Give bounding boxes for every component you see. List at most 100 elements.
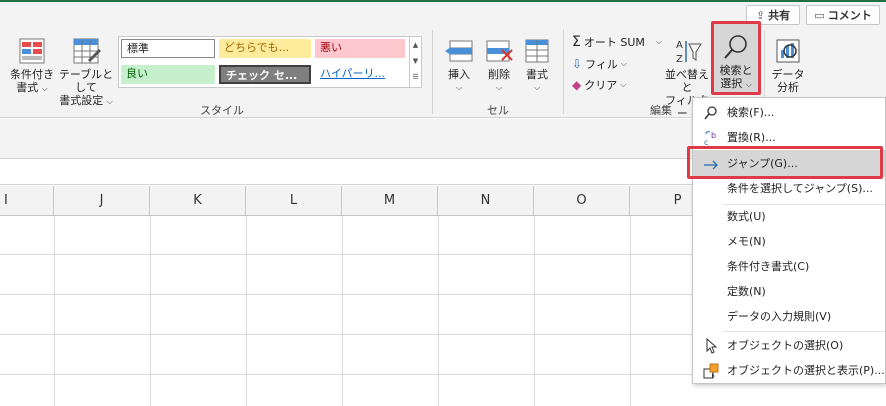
- clear-caret-icon: ⌵: [620, 80, 627, 89]
- menu-item-select-objects[interactable]: オブジェクトの選択(O): [693, 333, 885, 358]
- insert-button[interactable]: 挿入 ⌵: [440, 36, 478, 94]
- cell-style-normal[interactable]: 標準: [121, 39, 215, 58]
- menu-item-find[interactable]: 検索(F)...: [693, 100, 885, 125]
- menu-item-conditional-formatting-label: 条件付き書式(C): [727, 260, 810, 273]
- column-header-i[interactable]: I: [0, 186, 54, 216]
- pointer-icon: [703, 337, 719, 354]
- clear-label: クリア: [584, 79, 618, 92]
- menu-item-find-label: 検索(F)...: [727, 106, 775, 119]
- format-label: 書式: [526, 68, 548, 81]
- magnifier-icon: [721, 32, 751, 62]
- menu-item-select-objects-label: オブジェクトの選択(O): [727, 339, 844, 352]
- find-select-label-2: 選択 ⌵: [720, 77, 752, 90]
- clear-button[interactable]: ◆ クリア ⌵: [572, 77, 626, 93]
- comment-icon: ▭: [814, 8, 825, 22]
- format-as-table-label-2: 書式設定 ⌵: [59, 94, 113, 107]
- delete-button[interactable]: 削除 ⌵: [480, 36, 518, 94]
- menu-item-conditional-formatting[interactable]: 条件付き書式(C): [693, 254, 885, 279]
- column-header-o[interactable]: O: [534, 186, 630, 216]
- gallery-up-icon: ▲: [412, 41, 419, 49]
- gallery-more-icon: ☰: [412, 73, 419, 81]
- gallery-down-icon: ▼: [412, 57, 419, 65]
- cells-group-label: セル: [487, 104, 509, 117]
- menu-item-data-validation-label: データの入力規則(V): [727, 310, 832, 323]
- column-header-l[interactable]: L: [246, 186, 342, 216]
- arrow-right-icon: [703, 156, 719, 172]
- format-as-table-label-1: テーブルとして: [58, 68, 114, 94]
- insert-icon: [444, 36, 474, 66]
- sort-filter-icon: A Z: [672, 36, 702, 66]
- cell-style-hyperlink[interactable]: ハイパーリ...: [315, 65, 405, 84]
- menu-item-formulas-label: 数式(U): [727, 210, 766, 223]
- menu-item-replace[interactable]: bc 置換(R)...: [693, 125, 885, 150]
- conditional-format-label-1: 条件付き: [10, 68, 54, 81]
- menu-separator: [723, 331, 885, 332]
- selection-pane-icon: [703, 363, 719, 379]
- delete-label: 削除: [488, 68, 510, 81]
- comment-label: コメント: [827, 9, 872, 22]
- menu-item-notes[interactable]: メモ(N): [693, 229, 885, 254]
- format-as-table-button[interactable]: テーブルとして 書式設定 ⌵: [56, 36, 116, 108]
- cell-style-bad[interactable]: 悪い: [315, 39, 405, 58]
- group-separator: [432, 30, 433, 114]
- cell-styles-gallery: 標準 どちらでも... 悪い 良い チェック セ... ハイパーリ...: [118, 36, 422, 88]
- menu-item-goto-special[interactable]: 条件を選択してジャンプ(S)...: [693, 176, 885, 201]
- find-select-label-1: 検索と: [719, 64, 753, 77]
- ribbon-accent-line: [0, 0, 886, 2]
- svg-text:c: c: [704, 138, 708, 146]
- menu-item-goto[interactable]: ジャンプ(G)...: [693, 150, 885, 177]
- find-select-button[interactable]: 検索と 選択 ⌵: [714, 24, 758, 94]
- conditional-format-icon: [17, 36, 47, 66]
- group-separator: [563, 30, 564, 114]
- grid-line: [246, 216, 247, 406]
- grid-line: [342, 216, 343, 406]
- svg-text:Z: Z: [676, 54, 683, 65]
- conditional-format-button[interactable]: 条件付き 書式 ⌵: [8, 36, 56, 95]
- column-header-k[interactable]: K: [150, 186, 246, 216]
- sort-filter-label-1: 並べ替えと: [665, 68, 709, 94]
- grid-line: [438, 216, 439, 406]
- insert-label: 挿入: [448, 68, 470, 81]
- menu-item-formulas[interactable]: 数式(U): [693, 204, 885, 229]
- share-icon: ⇪: [755, 8, 766, 22]
- find-select-menu: 検索(F)... bc 置換(R)... ジャンプ(G)... 条件を選択してジ…: [692, 97, 886, 384]
- menu-item-constants[interactable]: 定数(N): [693, 279, 885, 304]
- column-header-m[interactable]: M: [342, 186, 438, 216]
- menu-item-goto-label: ジャンプ(G)...: [727, 157, 798, 170]
- insert-caret-icon: ⌵: [455, 83, 463, 92]
- fill-label: フィル: [585, 58, 618, 71]
- search-icon: [703, 105, 719, 121]
- fill-button[interactable]: ⇩ フィル ⌵: [572, 56, 627, 72]
- svg-text:b: b: [711, 131, 716, 140]
- menu-item-notes-label: メモ(N): [727, 235, 766, 248]
- menu-item-goto-special-label: 条件を選択してジャンプ(S)...: [727, 182, 873, 195]
- delete-caret-icon: ⌵: [495, 83, 503, 92]
- share-button[interactable]: ⇪ 共有: [746, 5, 800, 25]
- gallery-scroll[interactable]: ▲ ▼ ☰: [409, 37, 421, 87]
- menu-item-selection-pane-label: オブジェクトの選択と表示(P)...: [727, 364, 885, 377]
- format-icon: [522, 36, 552, 66]
- cell-style-neutral[interactable]: どちらでも...: [219, 39, 311, 58]
- sigma-icon: Σ: [572, 34, 581, 50]
- menu-item-data-validation[interactable]: データの入力規則(V): [693, 304, 885, 329]
- autosum-button[interactable]: Σ オート SUM ⌵: [572, 34, 662, 50]
- column-header-j[interactable]: J: [54, 186, 150, 216]
- format-caret-icon: ⌵: [533, 83, 541, 92]
- grid-line: [534, 216, 535, 406]
- grid-line: [54, 216, 55, 406]
- share-label: 共有: [768, 9, 791, 22]
- comment-button[interactable]: ▭ コメント: [806, 5, 880, 25]
- fill-down-icon: ⇩: [572, 57, 583, 71]
- cell-style-check[interactable]: チェック セ...: [219, 65, 311, 84]
- data-analysis-button[interactable]: データ 分析: [768, 36, 808, 94]
- replace-icon: bc: [703, 130, 719, 147]
- format-button[interactable]: 書式 ⌵: [518, 36, 556, 94]
- svg-text:A: A: [676, 40, 683, 51]
- data-analysis-icon: [773, 36, 803, 66]
- menu-item-selection-pane[interactable]: オブジェクトの選択と表示(P)...: [693, 358, 885, 383]
- editing-group-label: 編集: [650, 104, 672, 117]
- format-as-table-icon: [71, 36, 101, 66]
- autosum-label: オート SUM: [583, 36, 645, 49]
- column-header-n[interactable]: N: [438, 186, 534, 216]
- cell-style-good[interactable]: 良い: [121, 65, 215, 84]
